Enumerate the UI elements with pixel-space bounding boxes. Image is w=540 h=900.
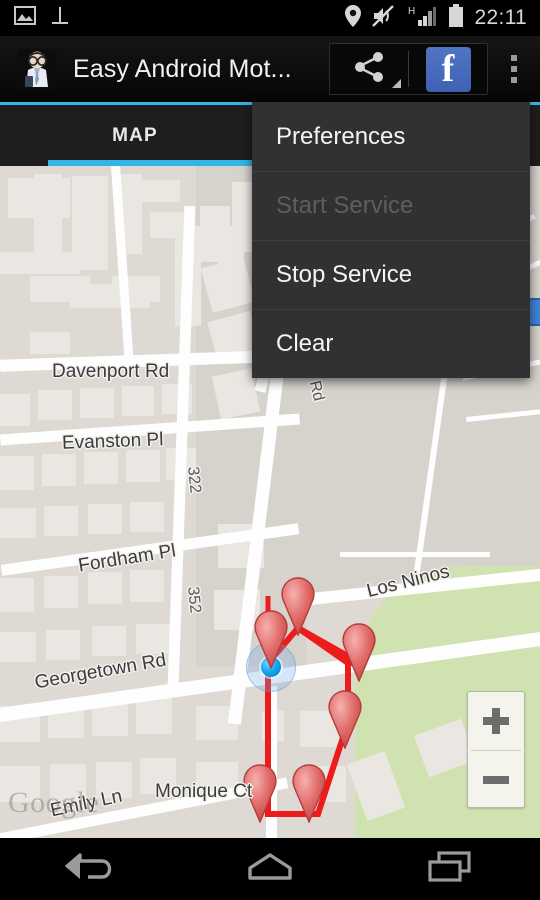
recent-apps-icon [422, 850, 478, 889]
menu-item-label: Clear [276, 330, 334, 357]
home-icon [242, 850, 298, 889]
menu-item-preferences[interactable]: Preferences [252, 102, 530, 171]
share-button[interactable] [330, 44, 408, 94]
menu-item-clear[interactable]: Clear [252, 309, 530, 378]
overflow-menu: Preferences Start Service Stop Service C… [252, 102, 530, 378]
route-marker-2[interactable] [248, 609, 294, 669]
facebook-glyph: f [441, 48, 455, 90]
menu-item-label: Preferences [276, 122, 406, 150]
navigation-bar [0, 838, 540, 900]
overflow-menu-icon-dot3 [511, 77, 517, 83]
route-marker-6[interactable] [286, 763, 332, 823]
plus-icon [483, 708, 509, 734]
menu-item-label: Start Service [276, 192, 414, 219]
nav-recents-button[interactable] [360, 850, 540, 889]
nav-back-button[interactable] [0, 850, 180, 889]
share-action-group: f [329, 43, 488, 95]
status-bar: H 22:11 [0, 0, 540, 36]
street-label-322: 322 [183, 465, 204, 495]
hspa-signal-icon: H [407, 5, 437, 32]
nav-home-button[interactable] [180, 850, 360, 889]
menu-item-start-service: Start Service [252, 171, 530, 240]
overflow-menu-button[interactable] [488, 36, 540, 102]
action-bar-actions: f [329, 36, 540, 102]
google-attribution: Google [8, 786, 100, 819]
street-label-352: 352 [183, 585, 204, 615]
usb-debug-icon [50, 6, 70, 31]
app-logo-nerd-character-icon[interactable] [17, 49, 57, 89]
menu-item-stop-service[interactable]: Stop Service [252, 240, 530, 309]
map-zoom-controls [467, 691, 525, 808]
volume-muted-icon [371, 4, 396, 32]
status-bar-left-icons [0, 6, 345, 31]
battery-icon [448, 4, 464, 32]
facebook-icon: f [425, 46, 471, 92]
menu-item-label: Stop Service [276, 261, 413, 288]
app-title: Easy Android Mot... [73, 54, 292, 83]
zoom-out-button[interactable] [468, 751, 524, 809]
back-arrow-icon [62, 850, 118, 889]
action-bar: Easy Android Mot... f [0, 36, 540, 102]
tab-map[interactable]: MAP [0, 105, 270, 166]
share-dropdown-caret-icon [392, 79, 401, 88]
zoom-in-button[interactable] [468, 692, 524, 750]
overflow-menu-icon-dot2 [511, 66, 517, 72]
street-label-monique: Monique Ct [155, 781, 253, 802]
route-marker-4[interactable] [322, 689, 368, 749]
status-bar-right-icons: H 22:11 [344, 4, 540, 32]
street-label-davenport: Davenport Rd [52, 361, 170, 382]
minus-icon [483, 767, 509, 793]
route-marker-3[interactable] [336, 622, 382, 682]
phone-screen: H 22:11 Easy Android Mot... f MAP Davenp… [0, 0, 540, 900]
facebook-share-button[interactable]: f [409, 44, 487, 94]
svg-text:H: H [408, 6, 415, 17]
location-pin-icon [344, 4, 361, 32]
street-label-evanston: Evanston Pl [61, 429, 164, 454]
image-icon [14, 6, 36, 30]
tab-map-label: MAP [112, 124, 158, 146]
share-icon [352, 50, 386, 89]
overflow-menu-icon [511, 55, 517, 61]
status-bar-clock: 22:11 [474, 6, 527, 29]
